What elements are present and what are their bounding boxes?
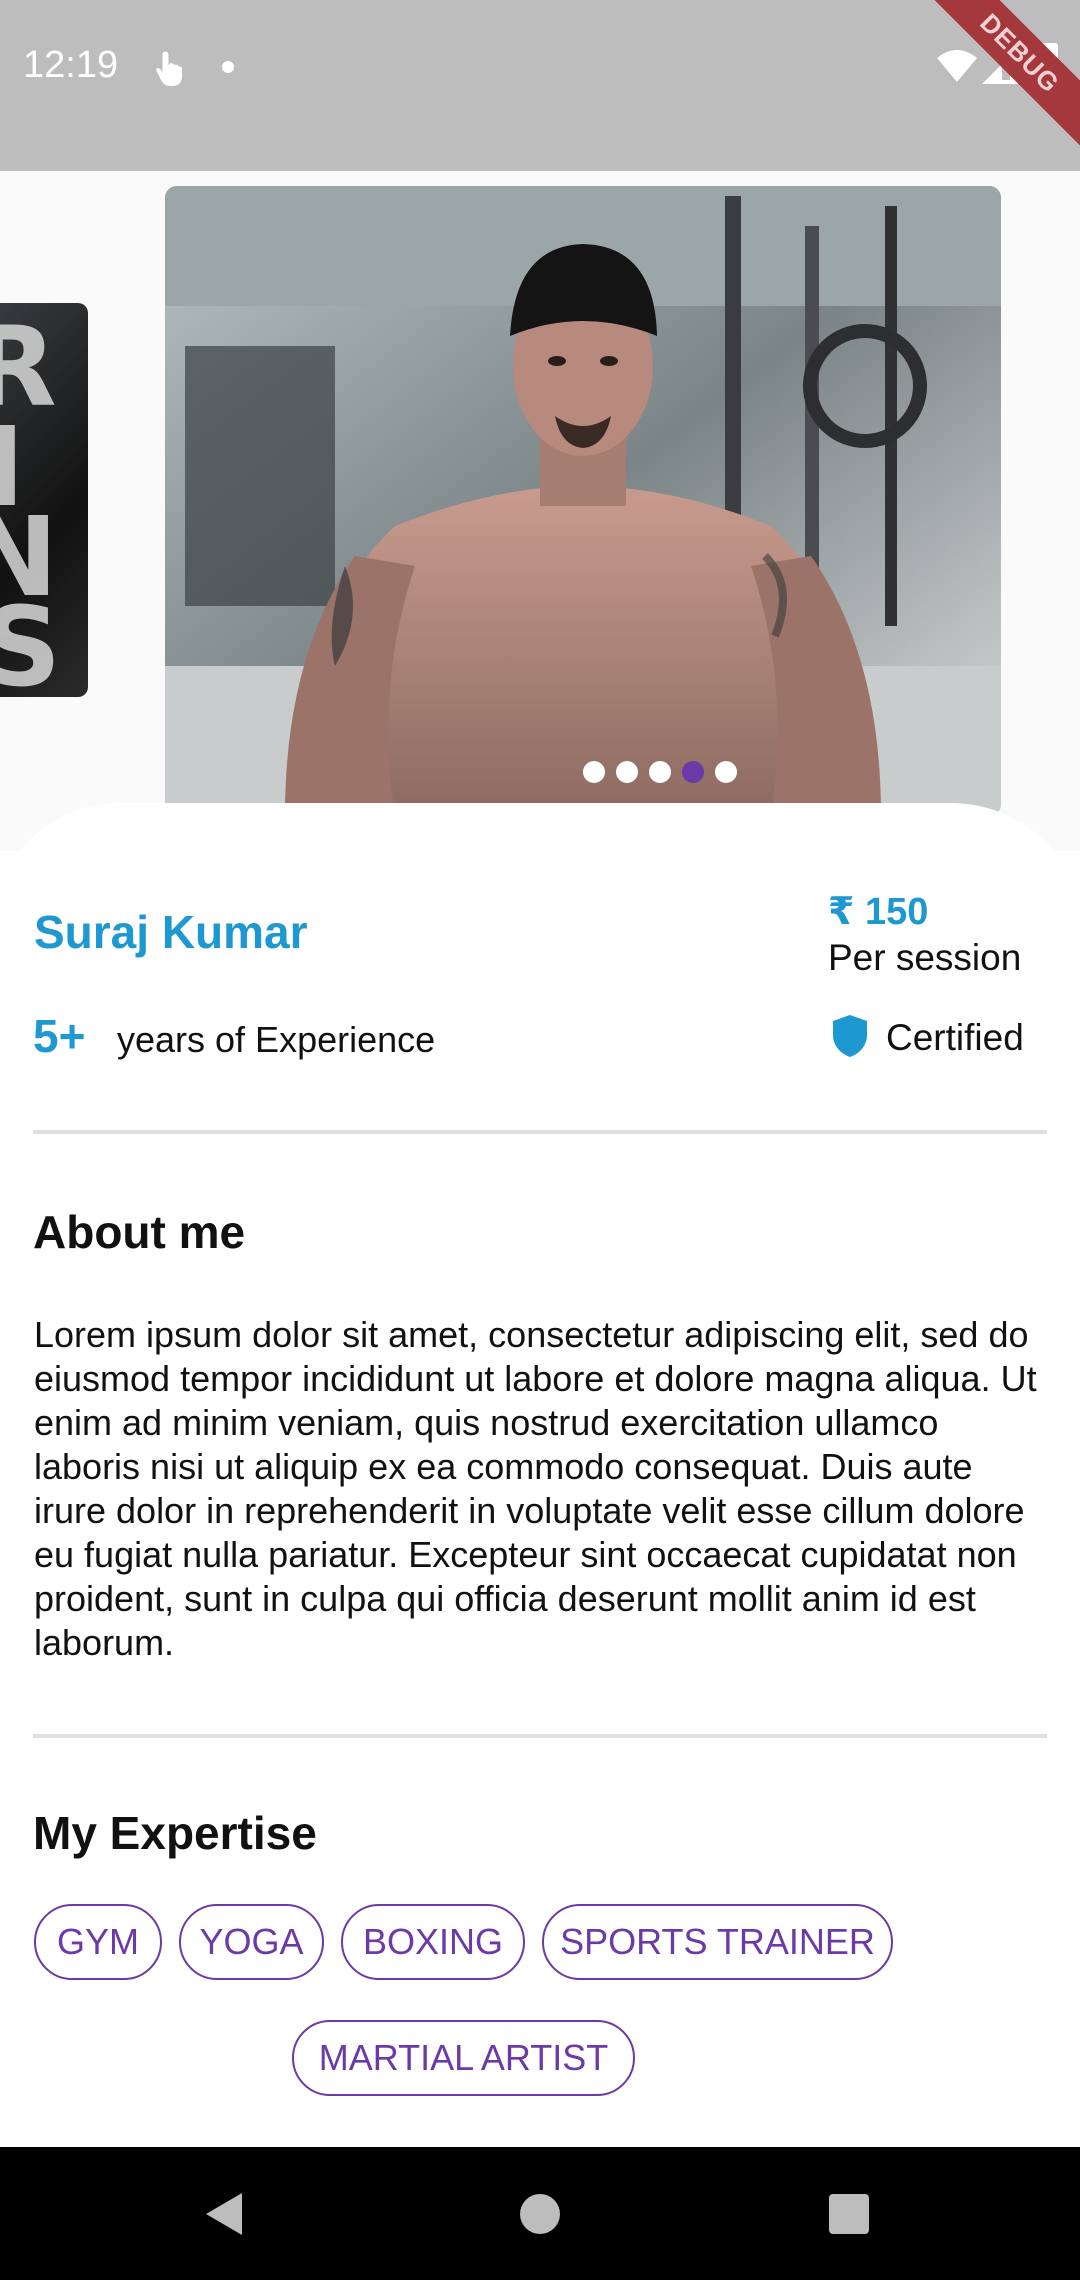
previous-slide-image[interactable]: R I N S — [0, 303, 88, 697]
expertise-chip-yoga[interactable]: YOGA — [179, 1904, 324, 1980]
carousel-dot[interactable] — [616, 761, 638, 783]
shield-icon — [833, 1015, 867, 1057]
divider — [33, 1130, 1047, 1134]
price-value: ₹ 150 — [828, 891, 929, 933]
experience-label: years of Experience — [117, 1019, 436, 1060]
profile-card: Suraj Kumar ₹ 150 Per session 5+ years o… — [0, 803, 1080, 2147]
wifi-icon — [937, 50, 977, 82]
trainer-photo[interactable] — [165, 186, 1001, 816]
carousel-page-indicator — [583, 761, 737, 783]
about-text: Lorem ipsum dolor sit amet, consectetur … — [34, 1314, 1037, 1663]
price-unit: Per session — [828, 937, 1022, 978]
back-icon[interactable] — [202, 2189, 246, 2239]
experience-value: 5+ — [33, 1010, 86, 1062]
expertise-chip-martial-artist[interactable]: MARTIAL ARTIST — [292, 2020, 635, 2096]
status-time: 12:19 — [23, 44, 119, 86]
image-carousel[interactable]: R I N S — [0, 171, 1080, 851]
recent-apps-icon[interactable] — [829, 2194, 869, 2234]
certified-label: Certified — [886, 1017, 1024, 1058]
carousel-dot[interactable] — [583, 761, 605, 783]
status-bar: 12:19 DEBUG — [0, 0, 1080, 171]
navigation-bar — [0, 2147, 1080, 2280]
expertise-chip-gym[interactable]: GYM — [34, 1904, 162, 1980]
trainer-photo-image — [165, 186, 1001, 816]
divider — [33, 1734, 1047, 1738]
about-title: About me — [33, 1206, 246, 1258]
trainer-name: Suraj Kumar — [34, 906, 308, 958]
carousel-dot[interactable] — [715, 761, 737, 783]
home-icon[interactable] — [520, 2194, 560, 2234]
screen: 12:19 DEBUG R I N S Suraj Kumar ₹ 150 Pe… — [0, 0, 1080, 2280]
notification-dot-icon — [222, 61, 234, 73]
carousel-dot-active[interactable] — [682, 761, 704, 783]
expertise-title: My Expertise — [33, 1807, 317, 1859]
carousel-dot[interactable] — [649, 761, 671, 783]
expertise-chip-boxing[interactable]: BOXING — [341, 1904, 525, 1980]
touch-icon — [156, 51, 182, 86]
expertise-chip-sports-trainer[interactable]: SPORTS TRAINER — [542, 1904, 893, 1980]
